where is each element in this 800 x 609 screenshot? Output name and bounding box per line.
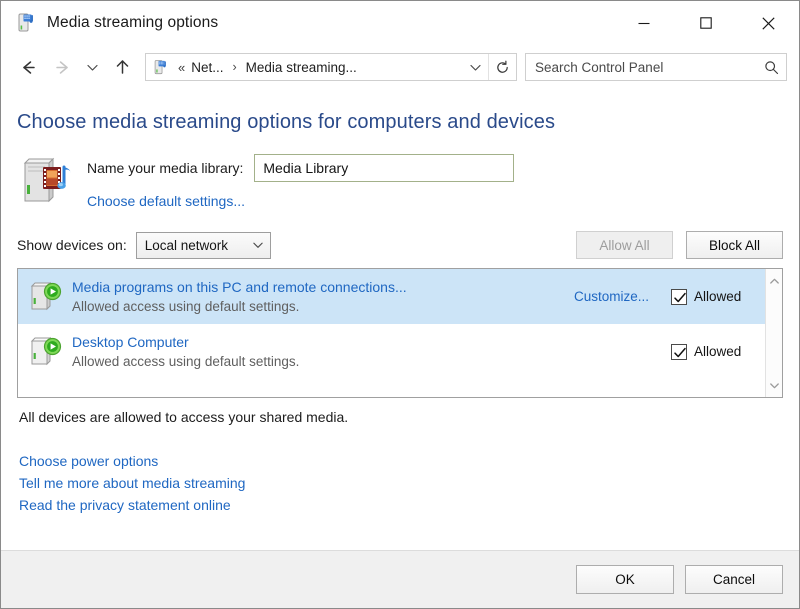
back-button[interactable] bbox=[11, 50, 45, 84]
scroll-up-button[interactable] bbox=[766, 273, 783, 289]
title-bar: Media streaming options bbox=[1, 1, 799, 45]
checkmark-icon bbox=[674, 292, 686, 302]
computer-media-icon bbox=[27, 333, 65, 371]
show-devices-label: Show devices on: bbox=[17, 237, 127, 253]
address-media-streaming-icon bbox=[152, 59, 169, 76]
main-content: Choose media streaming options for compu… bbox=[1, 89, 799, 550]
device-permission-checkbox[interactable]: Allowed bbox=[671, 343, 757, 360]
block-all-button[interactable]: Block All bbox=[686, 231, 783, 259]
breadcrumb: « Net... › Media streaming... bbox=[176, 58, 462, 77]
cancel-button[interactable]: Cancel bbox=[685, 565, 783, 594]
chevron-up-icon bbox=[769, 278, 779, 284]
permission-label: Allowed bbox=[694, 289, 742, 304]
checkbox-checked[interactable] bbox=[671, 288, 687, 305]
breadcrumb-item-network[interactable]: Net... bbox=[189, 58, 225, 77]
device-permission-checkbox[interactable]: Allowed bbox=[671, 288, 757, 305]
page-title: Choose media streaming options for compu… bbox=[17, 111, 556, 133]
ok-button[interactable]: OK bbox=[576, 565, 674, 594]
close-button[interactable] bbox=[737, 1, 799, 45]
choose-power-options-link[interactable]: Choose power options bbox=[19, 453, 158, 469]
show-devices-select[interactable]: Local network bbox=[135, 231, 271, 259]
checkbox-checked[interactable] bbox=[671, 343, 687, 360]
breadcrumb-overflow[interactable]: « bbox=[176, 60, 189, 75]
device-list-item[interactable]: Desktop Computer Allowed access using de… bbox=[18, 324, 765, 379]
media-library-icon bbox=[19, 155, 77, 209]
minimize-icon bbox=[638, 22, 650, 25]
media-library-label: Name your media library: bbox=[87, 160, 244, 176]
minimize-button[interactable] bbox=[613, 1, 675, 45]
choose-default-settings-link[interactable]: Choose default settings... bbox=[87, 193, 245, 209]
chevron-down-icon bbox=[469, 64, 481, 71]
window-controls bbox=[613, 1, 799, 45]
up-arrow-icon bbox=[116, 59, 128, 74]
computer-media-icon bbox=[27, 278, 65, 316]
chevron-down-icon bbox=[253, 242, 263, 248]
breadcrumb-separator[interactable]: › bbox=[226, 60, 244, 74]
scroll-down-button[interactable] bbox=[766, 377, 783, 393]
customize-link[interactable]: Customize... bbox=[574, 289, 649, 304]
device-info: Desktop Computer Allowed access using de… bbox=[72, 333, 671, 371]
dialog-footer: OK Cancel bbox=[1, 550, 799, 608]
refresh-button[interactable] bbox=[488, 54, 516, 80]
maximize-button[interactable] bbox=[675, 1, 737, 45]
device-list: Media programs on this PC and remote con… bbox=[17, 268, 783, 398]
address-bar[interactable]: « Net... › Media streaming... bbox=[145, 53, 517, 81]
window-title: Media streaming options bbox=[47, 14, 219, 31]
up-button[interactable] bbox=[105, 50, 139, 84]
media-library-name-input[interactable] bbox=[254, 154, 515, 182]
chevron-down-icon bbox=[769, 382, 779, 388]
recent-locations-button[interactable] bbox=[79, 50, 105, 84]
status-text: All devices are allowed to access your s… bbox=[19, 409, 349, 425]
privacy-statement-link[interactable]: Read the privacy statement online bbox=[19, 497, 231, 513]
search-icon[interactable] bbox=[764, 60, 779, 75]
maximize-icon bbox=[700, 17, 712, 29]
device-info: Media programs on this PC and remote con… bbox=[72, 278, 574, 316]
device-status-text: Allowed access using default settings. bbox=[72, 353, 300, 369]
show-devices-selected-value: Local network bbox=[144, 237, 229, 253]
forward-button[interactable] bbox=[45, 50, 79, 84]
device-list-scrollbar[interactable] bbox=[765, 269, 782, 397]
checkmark-icon bbox=[674, 347, 686, 357]
search-input[interactable] bbox=[535, 59, 764, 75]
close-icon bbox=[761, 16, 775, 30]
breadcrumb-item-current[interactable]: Media streaming... bbox=[244, 58, 359, 77]
device-name-link[interactable]: Media programs on this PC and remote con… bbox=[72, 278, 574, 296]
tell-me-more-link[interactable]: Tell me more about media streaming bbox=[19, 475, 245, 491]
device-status-text: Allowed access using default settings. bbox=[72, 298, 300, 314]
media-library-fields: Name your media library: Choose default … bbox=[77, 153, 783, 211]
search-box[interactable] bbox=[525, 53, 787, 81]
permission-label: Allowed bbox=[694, 344, 742, 359]
address-dropdown-button[interactable] bbox=[462, 54, 488, 80]
allow-all-button[interactable]: Allow All bbox=[576, 231, 673, 259]
media-streaming-icon bbox=[15, 12, 37, 34]
footer-links: Choose power options Tell me more about … bbox=[17, 453, 783, 513]
chevron-down-icon bbox=[86, 64, 98, 71]
refresh-icon bbox=[497, 60, 508, 73]
device-name-link[interactable]: Desktop Computer bbox=[72, 333, 671, 351]
back-arrow-icon bbox=[22, 60, 35, 74]
forward-arrow-icon bbox=[55, 60, 68, 74]
media-library-section: Name your media library: Choose default … bbox=[17, 153, 783, 211]
device-list-item[interactable]: Media programs on this PC and remote con… bbox=[18, 269, 765, 324]
show-devices-row: Show devices on: Local network Allow All… bbox=[17, 231, 783, 259]
media-streaming-options-window: Media streaming options « Net... › Media… bbox=[0, 0, 800, 609]
device-list-body: Media programs on this PC and remote con… bbox=[18, 269, 765, 397]
media-library-name-row: Name your media library: bbox=[87, 153, 783, 183]
navigation-bar: « Net... › Media streaming... bbox=[1, 45, 799, 89]
bulk-permission-buttons: Allow All Block All bbox=[576, 231, 783, 259]
